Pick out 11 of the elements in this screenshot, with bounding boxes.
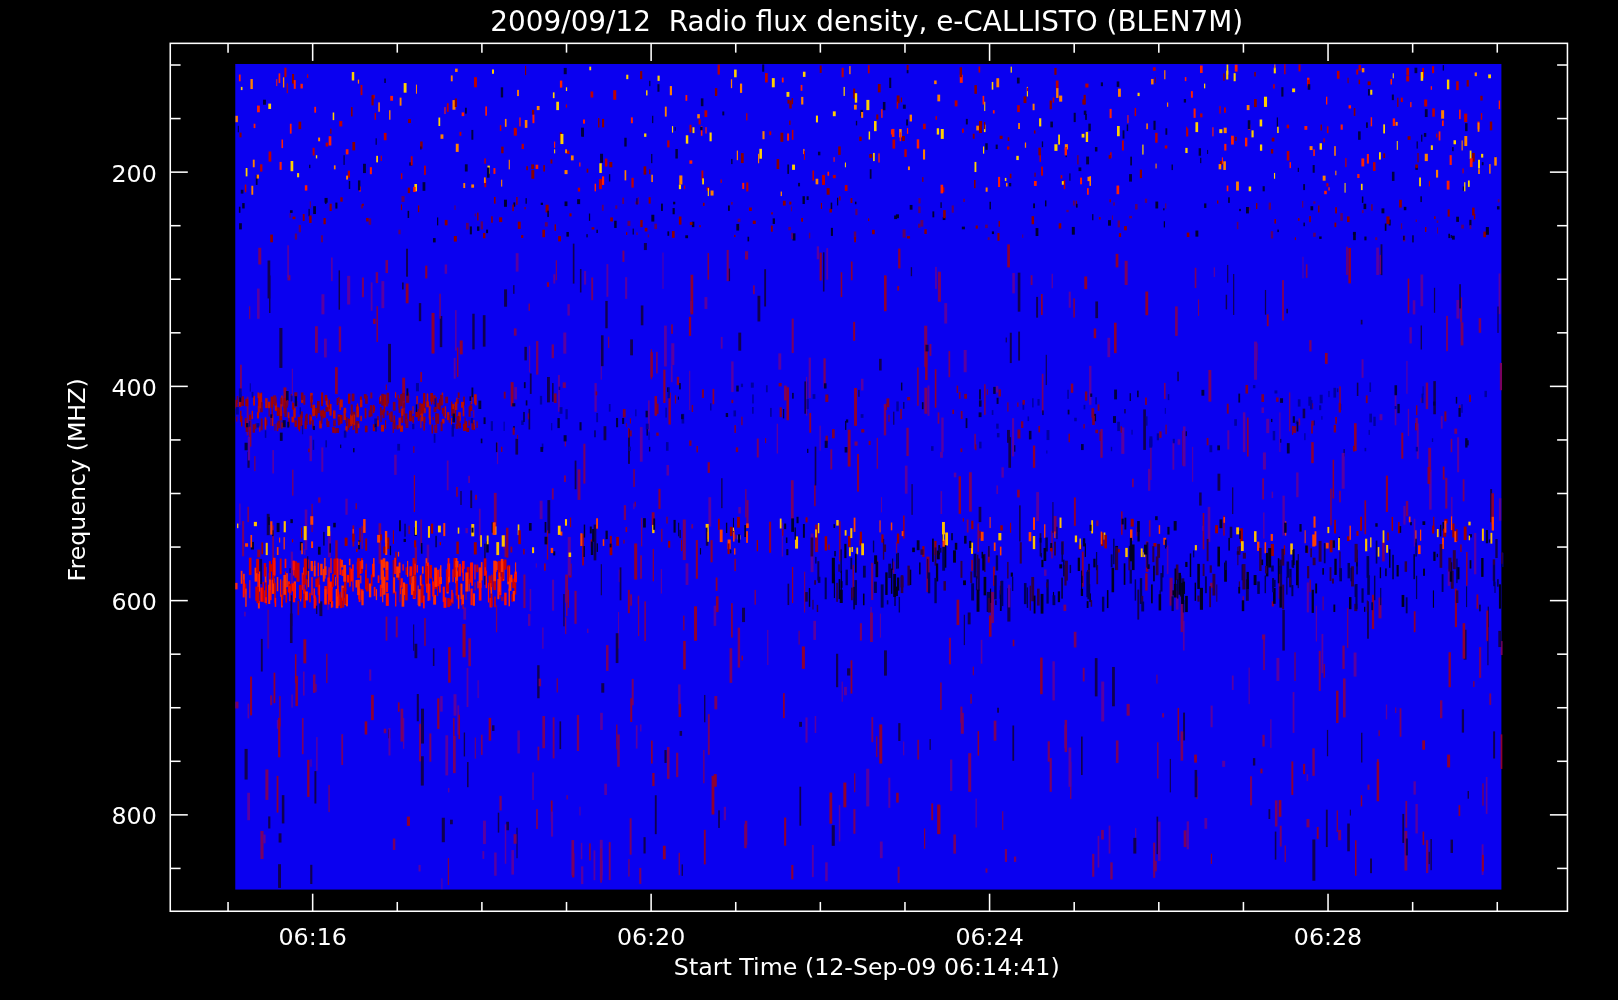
chart-title: 2009/09/12 Radio flux density, e-CALLISTO (BLEN7M) bbox=[490, 4, 1244, 38]
y-axis-label: Frequency (MHZ) bbox=[62, 378, 91, 582]
x-tick-label: 06:28 bbox=[1293, 923, 1363, 952]
x-tick-label: 06:16 bbox=[278, 923, 347, 952]
x-tick-label: 06:24 bbox=[955, 923, 1024, 952]
y-tick-label: 800 bbox=[111, 802, 157, 831]
x-axis-label: Start Time (12-Sep-09 06:14:41) bbox=[673, 953, 1060, 982]
y-tick-label: 400 bbox=[111, 373, 157, 402]
y-tick-label: 600 bbox=[111, 587, 157, 616]
x-tick-label: 06:20 bbox=[616, 923, 686, 952]
y-tick-label: 200 bbox=[111, 159, 157, 188]
